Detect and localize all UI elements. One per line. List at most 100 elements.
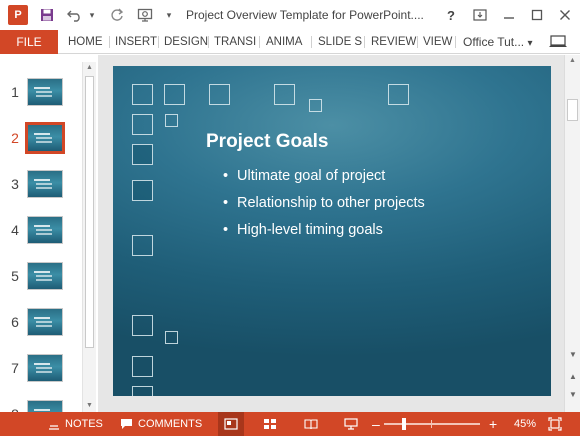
tab-separator <box>109 36 110 48</box>
scroll-down-arrow-icon[interactable]: ▼ <box>566 349 580 361</box>
slide-number: 5 <box>11 268 19 284</box>
slide-thumbnail-4[interactable]: 4 <box>0 216 82 256</box>
zoom-slider-track[interactable] <box>384 423 480 425</box>
ribbon-tab-bar: FILE HOME INSERT DESIGN TRANSI ANIMA SLI… <box>0 30 580 54</box>
scroll-up-arrow-icon[interactable]: ▲ <box>565 55 580 67</box>
slide-number: 1 <box>11 84 19 100</box>
zoom-out-button[interactable]: – <box>372 412 380 436</box>
slide-bullet-list[interactable]: Ultimate goal of project Relationship to… <box>223 164 425 245</box>
slide-thumbnail-image-selected[interactable] <box>25 122 65 154</box>
normal-view-button[interactable] <box>218 412 244 436</box>
status-bar: NOTES COMMENTS – + 45% <box>0 412 580 436</box>
slide-canvas[interactable]: Project Goals Ultimate goal of project R… <box>113 66 551 396</box>
scrollbar-thumb[interactable] <box>567 99 578 121</box>
tab-review[interactable]: REVIEW <box>371 30 416 54</box>
slide-number: 6 <box>11 314 19 330</box>
bullet-item[interactable]: Relationship to other projects <box>223 191 425 218</box>
slide-thumbnail-1[interactable]: 1 <box>0 78 82 118</box>
minimize-icon[interactable] <box>495 0 523 30</box>
slide-thumbnail-6[interactable]: 6 <box>0 308 82 348</box>
slide-show-icon <box>344 418 358 430</box>
slide-thumbnail-image[interactable] <box>27 262 63 290</box>
slide-title[interactable]: Project Goals <box>206 131 329 153</box>
powerpoint-logo-icon: P <box>8 5 28 25</box>
tab-design[interactable]: DESIGN <box>164 30 208 54</box>
slide-sorter-button[interactable] <box>257 412 283 436</box>
slide-thumbnail-7[interactable]: 7 <box>0 354 82 394</box>
tab-separator <box>455 36 456 48</box>
decorative-square <box>132 386 153 396</box>
tab-home[interactable]: HOME <box>68 30 103 54</box>
decorative-square <box>132 315 153 336</box>
slide-number: 3 <box>11 176 19 192</box>
normal-view-icon <box>224 418 238 430</box>
previous-slide-icon[interactable]: ▲ <box>566 371 580 383</box>
zoom-slider-thumb[interactable] <box>402 418 406 430</box>
zoom-slider-center-mark <box>431 420 432 428</box>
slide-thumbnail-3[interactable]: 3 <box>0 170 82 210</box>
next-slide-icon[interactable]: ▼ <box>566 389 580 401</box>
account-menu[interactable]: Office Tut... ▾ <box>463 30 533 54</box>
decorative-square <box>132 114 153 135</box>
save-icon[interactable] <box>36 0 58 30</box>
slide-number: 2 <box>11 130 19 146</box>
laptop-avatar-icon[interactable] <box>548 34 568 50</box>
tab-separator <box>417 36 418 48</box>
notes-button[interactable]: NOTES <box>48 412 103 436</box>
thumbnail-scrollbar[interactable]: ▲ ▼ <box>82 62 96 412</box>
close-icon[interactable] <box>551 0 579 30</box>
reading-view-icon <box>304 419 318 430</box>
ribbon-display-options-icon[interactable] <box>466 0 494 30</box>
fit-to-window-button[interactable] <box>548 412 562 436</box>
bullet-item[interactable]: Ultimate goal of project <box>223 164 425 191</box>
tab-separator <box>364 36 365 48</box>
undo-icon[interactable] <box>64 0 86 30</box>
tab-file[interactable]: FILE <box>0 30 58 54</box>
tab-separator <box>311 36 312 48</box>
comments-button[interactable]: COMMENTS <box>120 412 202 436</box>
account-chevron-icon: ▾ <box>527 38 533 49</box>
slide-thumbnail-image[interactable] <box>27 354 63 382</box>
tab-transitions[interactable]: TRANSI <box>214 30 256 54</box>
decorative-square <box>309 99 322 112</box>
tab-view[interactable]: VIEW <box>423 30 452 54</box>
scroll-down-arrow-icon[interactable]: ▼ <box>83 400 96 412</box>
present-from-start-icon[interactable] <box>134 0 156 30</box>
tab-animations[interactable]: ANIMA <box>266 30 302 54</box>
help-icon[interactable]: ? <box>437 0 465 30</box>
slide-thumbnail-2[interactable]: 2 <box>0 122 82 164</box>
tab-insert[interactable]: INSERT <box>115 30 157 54</box>
decorative-square <box>132 84 153 105</box>
decorative-square <box>132 144 153 165</box>
slide-thumbnail-5[interactable]: 5 <box>0 262 82 302</box>
editor-scrollbar[interactable]: ▲ ▼ ▲ ▼ <box>564 55 580 412</box>
maximize-icon[interactable] <box>523 0 551 30</box>
decorative-square <box>132 356 153 377</box>
zoom-in-button[interactable]: + <box>489 412 497 436</box>
redo-icon[interactable] <box>106 0 128 30</box>
account-name: Office Tut... <box>463 35 525 49</box>
decorative-square <box>132 235 153 256</box>
slide-show-button[interactable] <box>338 412 364 436</box>
slide-number: 4 <box>11 222 19 238</box>
zoom-level[interactable]: 45% <box>514 412 536 436</box>
slide-sorter-icon <box>264 419 276 429</box>
scroll-up-arrow-icon[interactable]: ▲ <box>83 62 96 74</box>
tab-separator <box>158 36 159 48</box>
scrollbar-thumb[interactable] <box>85 76 94 348</box>
reading-view-button[interactable] <box>298 412 324 436</box>
slide-thumbnail-image[interactable] <box>27 170 63 198</box>
slide-thumbnail-image[interactable] <box>27 78 63 106</box>
decorative-square <box>165 331 178 344</box>
tab-slide-show[interactable]: SLIDE S <box>318 30 362 54</box>
slide-thumbnail-8[interactable]: 8 <box>0 400 82 412</box>
slide-thumbnail-image[interactable] <box>27 400 63 412</box>
fit-to-window-icon <box>548 417 562 431</box>
comments-label: COMMENTS <box>138 418 203 430</box>
slide-thumbnail-image[interactable] <box>27 216 63 244</box>
bullet-item[interactable]: High-level timing goals <box>223 218 425 245</box>
slide-thumbnail-image[interactable] <box>27 308 63 336</box>
undo-dropdown-chevron-icon[interactable]: ▾ <box>86 0 98 30</box>
customize-chevron-icon[interactable]: ▾ <box>162 0 176 30</box>
decorative-square <box>132 180 153 201</box>
